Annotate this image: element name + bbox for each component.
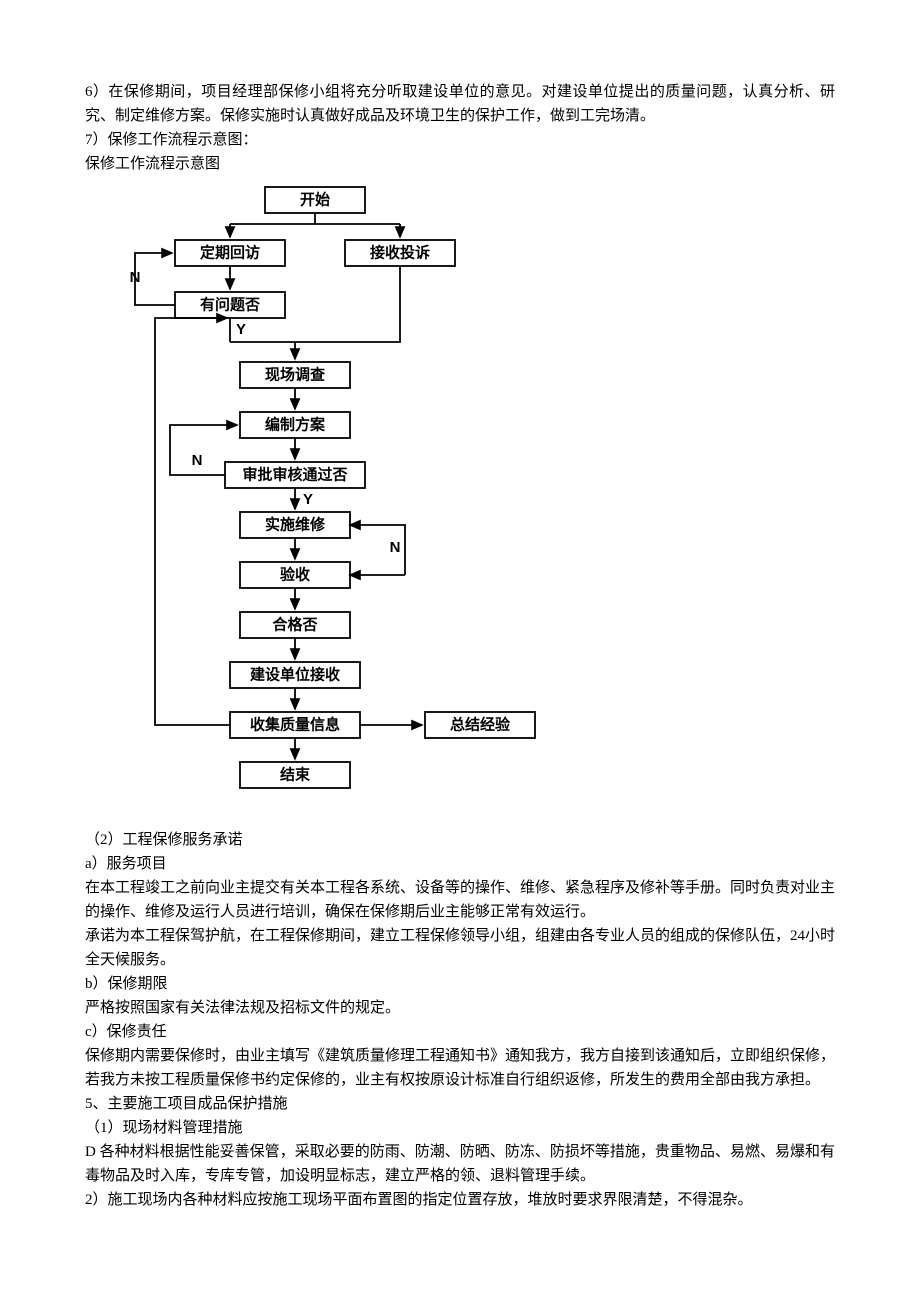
node-collect: 收集质量信息: [250, 716, 340, 734]
section-2a-title: a）服务项目: [85, 852, 835, 876]
paragraph-6: 6）在保修期间，项目经理部保修小组将充分听取建设单位的意见。对建设单位提出的质量…: [85, 80, 835, 128]
node-summary: 总结经验: [450, 716, 511, 734]
section-2b-title: b）保修期限: [85, 972, 835, 996]
node-plan: 编制方案: [265, 416, 326, 434]
section-2c-p1: 保修期内需要保修时，由业主填写《建筑质量修理工程通知书》通知我方，我方自接到该通…: [85, 1044, 835, 1092]
section-5-1-title: （1）现场材料管理措施: [85, 1116, 835, 1140]
label-no-1: N: [130, 269, 141, 286]
node-repair: 实施维修: [265, 516, 326, 534]
section-2b-p1: 严格按照国家有关法律法规及招标文件的规定。: [85, 996, 835, 1020]
label-no-2: N: [192, 452, 203, 469]
warranty-flowchart: 开始 定期回访 接收投诉 有问题否 N Y 现场调查 编制方案 审批审核通过否 …: [115, 182, 835, 822]
section-2c-title: c）保修责任: [85, 1020, 835, 1044]
node-end: 结束: [280, 766, 311, 784]
flowchart-caption: 保修工作流程示意图: [85, 152, 835, 176]
section-2-title: （2）工程保修服务承诺: [85, 828, 835, 852]
node-investigate: 现场调查: [265, 366, 326, 384]
node-start: 开始: [300, 191, 330, 209]
node-inspect: 验收: [280, 566, 310, 584]
node-has-issue: 有问题否: [200, 296, 260, 314]
paragraph-7: 7）保修工作流程示意图：: [85, 128, 835, 152]
section-2a-p1: 在本工程竣工之前向业主提交有关本工程各系统、设备等的操作、维修、紧急程序及修补等…: [85, 876, 835, 924]
section-5-1-p1: D 各种材料根据性能妥善保管，采取必要的防雨、防潮、防晒、防冻、防损坏等措施，贵…: [85, 1140, 835, 1188]
label-no-3: N: [390, 539, 401, 556]
section-5-1-p2: 2）施工现场内各种材料应按施工现场平面布置图的指定位置存放，堆放时要求界限清楚，…: [85, 1188, 835, 1212]
section-5-title: 5、主要施工项目成品保护措施: [85, 1092, 835, 1116]
node-visit: 定期回访: [200, 244, 260, 262]
section-2a-p2: 承诺为本工程保驾护航，在工程保修期间，建立工程保修领导小组，组建由各专业人员的组…: [85, 924, 835, 972]
node-complaint: 接收投诉: [370, 244, 430, 262]
node-qualified: 合格否: [271, 616, 317, 634]
node-handover: 建设单位接收: [250, 666, 340, 684]
label-yes-2: Y: [303, 491, 313, 508]
label-yes-1: Y: [236, 321, 246, 338]
node-approve: 审批审核通过否: [242, 466, 347, 484]
